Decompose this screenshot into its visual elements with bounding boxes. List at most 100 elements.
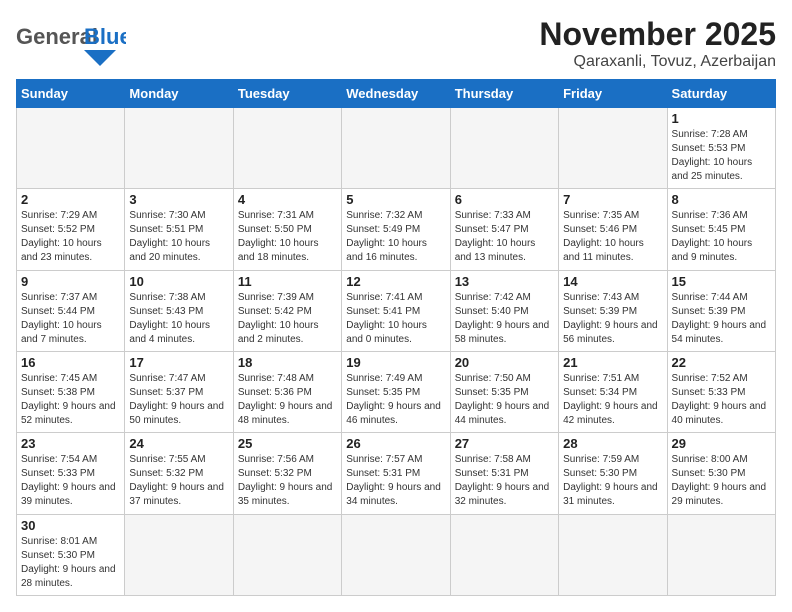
day-info: Sunrise: 7:43 AM Sunset: 5:39 PM Dayligh…: [563, 291, 662, 347]
header-monday: Monday: [125, 80, 233, 108]
day-info: Sunrise: 7:44 AM Sunset: 5:39 PM Dayligh…: [672, 291, 771, 347]
day-number: 15: [672, 274, 771, 289]
day-info: Sunrise: 7:35 AM Sunset: 5:46 PM Dayligh…: [563, 209, 662, 265]
calendar-cell: [450, 108, 558, 189]
day-number: 23: [21, 436, 120, 451]
day-info: Sunrise: 7:48 AM Sunset: 5:36 PM Dayligh…: [238, 372, 337, 428]
day-info: Sunrise: 7:41 AM Sunset: 5:41 PM Dayligh…: [346, 291, 445, 347]
day-info: Sunrise: 8:00 AM Sunset: 5:30 PM Dayligh…: [672, 453, 771, 509]
calendar-cell: [125, 108, 233, 189]
day-number: 13: [455, 274, 554, 289]
day-number: 4: [238, 192, 337, 207]
day-number: 20: [455, 355, 554, 370]
calendar-subtitle: Qaraxanli, Tovuz, Azerbaijan: [539, 53, 776, 71]
day-number: 19: [346, 355, 445, 370]
day-number: 7: [563, 192, 662, 207]
day-number: 17: [129, 355, 228, 370]
day-info: Sunrise: 7:39 AM Sunset: 5:42 PM Dayligh…: [238, 291, 337, 347]
day-number: 18: [238, 355, 337, 370]
day-number: 6: [455, 192, 554, 207]
day-number: 29: [672, 436, 771, 451]
day-number: 25: [238, 436, 337, 451]
day-info: Sunrise: 7:32 AM Sunset: 5:49 PM Dayligh…: [346, 209, 445, 265]
calendar-cell: 20Sunrise: 7:50 AM Sunset: 5:35 PM Dayli…: [450, 351, 558, 432]
calendar-cell: 28 Sunrise: 7:59 AM Sunset: 5:30 PM Dayli…: [559, 433, 667, 514]
calendar-cell: 5 Sunrise: 7:32 AM Sunset: 5:49 PM Daylig…: [342, 189, 450, 270]
day-number: 24: [129, 436, 228, 451]
day-number: 3: [129, 192, 228, 207]
calendar-cell: 14 Sunrise: 7:43 AM Sunset: 5:39 PM Dayli…: [559, 270, 667, 351]
header-thursday: Thursday: [450, 80, 558, 108]
day-info: Sunrise: 7:57 AM Sunset: 5:31 PM Dayligh…: [346, 453, 445, 509]
day-info: Sunrise: 7:54 AM Sunset: 5:33 PM Dayligh…: [21, 453, 120, 509]
header: General Blue November 2025 Qaraxanli, To…: [16, 16, 776, 71]
day-number: 30: [21, 518, 120, 533]
calendar-cell: 22Sunrise: 7:52 AM Sunset: 5:33 PM Dayli…: [667, 351, 775, 432]
calendar-cell: [450, 514, 558, 595]
week-row-0: 1 Sunrise: 7:28 AM Sunset: 5:53 PM Daylig…: [17, 108, 776, 189]
week-row-3: 16 Sunrise: 7:45 AM Sunset: 5:38 PM Dayli…: [17, 351, 776, 432]
header-saturday: Saturday: [667, 80, 775, 108]
calendar-cell: 11Sunrise: 7:39 AM Sunset: 5:42 PM Dayli…: [233, 270, 341, 351]
calendar-cell: 2Sunrise: 7:29 AM Sunset: 5:52 PM Daylig…: [17, 189, 125, 270]
day-number: 28: [563, 436, 662, 451]
calendar-cell: 6 Sunrise: 7:33 AM Sunset: 5:47 PM Daylig…: [450, 189, 558, 270]
day-number: 2: [21, 192, 120, 207]
calendar-cell: 17Sunrise: 7:47 AM Sunset: 5:37 PM Dayli…: [125, 351, 233, 432]
day-info: Sunrise: 7:33 AM Sunset: 5:47 PM Dayligh…: [455, 209, 554, 265]
day-number: 21: [563, 355, 662, 370]
title-section: November 2025 Qaraxanli, Tovuz, Azerbaij…: [539, 16, 776, 71]
calendar-cell: 9Sunrise: 7:37 AM Sunset: 5:44 PM Daylig…: [17, 270, 125, 351]
day-info: Sunrise: 7:37 AM Sunset: 5:44 PM Dayligh…: [21, 291, 120, 347]
day-number: 1: [672, 111, 771, 126]
day-number: 12: [346, 274, 445, 289]
day-info: Sunrise: 7:28 AM Sunset: 5:53 PM Dayligh…: [672, 128, 771, 184]
calendar-cell: 8Sunrise: 7:36 AM Sunset: 5:45 PM Daylig…: [667, 189, 775, 270]
calendar-cell: 12 Sunrise: 7:41 AM Sunset: 5:41 PM Dayli…: [342, 270, 450, 351]
week-row-5: 30 Sunrise: 8:01 AM Sunset: 5:30 PM Dayli…: [17, 514, 776, 595]
day-info: Sunrise: 7:42 AM Sunset: 5:40 PM Dayligh…: [455, 291, 554, 347]
calendar-cell: [233, 108, 341, 189]
page: General Blue November 2025 Qaraxanli, To…: [0, 0, 792, 612]
header-friday: Friday: [559, 80, 667, 108]
calendar-cell: 7 Sunrise: 7:35 AM Sunset: 5:46 PM Daylig…: [559, 189, 667, 270]
calendar-cell: 29 Sunrise: 8:00 AM Sunset: 5:30 PM Dayli…: [667, 433, 775, 514]
calendar-cell: 18 Sunrise: 7:48 AM Sunset: 5:36 PM Dayli…: [233, 351, 341, 432]
day-number: 14: [563, 274, 662, 289]
day-info: Sunrise: 7:59 AM Sunset: 5:30 PM Dayligh…: [563, 453, 662, 509]
calendar-cell: 13 Sunrise: 7:42 AM Sunset: 5:40 PM Dayli…: [450, 270, 558, 351]
calendar-cell: 19Sunrise: 7:49 AM Sunset: 5:35 PM Dayli…: [342, 351, 450, 432]
calendar-cell: 24 Sunrise: 7:55 AM Sunset: 5:32 PM Dayli…: [125, 433, 233, 514]
day-number: 27: [455, 436, 554, 451]
calendar-table: Sunday Monday Tuesday Wednesday Thursday…: [16, 79, 776, 596]
calendar-cell: 3 Sunrise: 7:30 AM Sunset: 5:51 PM Daylig…: [125, 189, 233, 270]
day-info: Sunrise: 7:30 AM Sunset: 5:51 PM Dayligh…: [129, 209, 228, 265]
calendar-cell: 27 Sunrise: 7:58 AM Sunset: 5:31 PM Dayli…: [450, 433, 558, 514]
calendar-cell: [342, 108, 450, 189]
week-row-2: 9Sunrise: 7:37 AM Sunset: 5:44 PM Daylig…: [17, 270, 776, 351]
day-number: 26: [346, 436, 445, 451]
day-number: 16: [21, 355, 120, 370]
day-info: Sunrise: 8:01 AM Sunset: 5:30 PM Dayligh…: [21, 535, 120, 591]
day-info: Sunrise: 7:58 AM Sunset: 5:31 PM Dayligh…: [455, 453, 554, 509]
header-sunday: Sunday: [17, 80, 125, 108]
week-row-4: 23 Sunrise: 7:54 AM Sunset: 5:33 PM Dayli…: [17, 433, 776, 514]
calendar-cell: 21Sunrise: 7:51 AM Sunset: 5:34 PM Dayli…: [559, 351, 667, 432]
calendar-title: November 2025: [539, 16, 776, 53]
day-info: Sunrise: 7:45 AM Sunset: 5:38 PM Dayligh…: [21, 372, 120, 428]
calendar-cell: 10Sunrise: 7:38 AM Sunset: 5:43 PM Dayli…: [125, 270, 233, 351]
calendar-cell: [125, 514, 233, 595]
logo-svg: General Blue: [16, 16, 126, 66]
calendar-cell: [559, 108, 667, 189]
day-number: 5: [346, 192, 445, 207]
calendar-cell: 23 Sunrise: 7:54 AM Sunset: 5:33 PM Dayli…: [17, 433, 125, 514]
calendar-cell: [342, 514, 450, 595]
calendar-header-row: Sunday Monday Tuesday Wednesday Thursday…: [17, 80, 776, 108]
day-number: 22: [672, 355, 771, 370]
calendar-cell: [233, 514, 341, 595]
calendar-cell: 25Sunrise: 7:56 AM Sunset: 5:32 PM Dayli…: [233, 433, 341, 514]
day-info: Sunrise: 7:55 AM Sunset: 5:32 PM Dayligh…: [129, 453, 228, 509]
calendar-cell: [667, 514, 775, 595]
svg-text:Blue: Blue: [84, 24, 126, 49]
calendar-cell: 16 Sunrise: 7:45 AM Sunset: 5:38 PM Dayli…: [17, 351, 125, 432]
